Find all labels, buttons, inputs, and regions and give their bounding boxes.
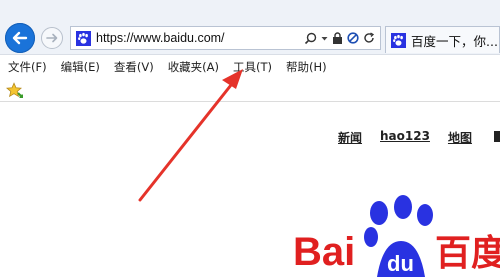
menu-edit[interactable]: 编辑(E): [47, 59, 100, 75]
tab-label: 百度一下，你...: [411, 33, 498, 49]
baidu-logo: Bai du 百度: [293, 193, 500, 277]
search-icon[interactable]: [304, 32, 317, 45]
svg-text:Bai: Bai: [293, 230, 355, 274]
menu-bar: 文件(F) 编辑(E) 查看(V) 收藏夹(A) 工具(T) 帮助(H): [0, 55, 500, 78]
tab-paw-favicon-icon: [390, 32, 406, 48]
refresh-icon[interactable]: [363, 32, 375, 44]
dropdown-icon[interactable]: [321, 35, 328, 42]
browser-toolbar: https://www.baidu.com/ 百度一下，你...: [0, 0, 500, 55]
link-hao123[interactable]: hao123: [380, 129, 430, 146]
tab-baidu[interactable]: 百度一下，你...: [385, 26, 500, 53]
url-text[interactable]: https://www.baidu.com/: [96, 31, 304, 45]
link-news[interactable]: 新闻: [338, 129, 362, 146]
lock-icon[interactable]: [332, 32, 343, 44]
back-button[interactable]: [5, 23, 35, 53]
cut-off-link: [494, 130, 500, 144]
menu-view[interactable]: 查看(V): [100, 59, 154, 75]
menu-favorites[interactable]: 收藏夹(A): [154, 59, 219, 75]
svg-text:du: du: [387, 251, 414, 276]
address-bar[interactable]: https://www.baidu.com/: [70, 26, 381, 50]
link-map[interactable]: 地图: [448, 129, 472, 146]
favorites-bar: [0, 78, 500, 102]
forward-button[interactable]: [41, 27, 63, 49]
menu-file[interactable]: 文件(F): [0, 59, 47, 75]
back-arrow-icon: [12, 31, 28, 45]
menu-tools[interactable]: 工具(T): [219, 59, 272, 75]
forward-arrow-icon: [46, 33, 58, 43]
paw-favicon-icon: [75, 30, 91, 46]
menu-help[interactable]: 帮助(H): [272, 59, 327, 75]
block-icon[interactable]: [347, 32, 359, 44]
top-nav-links: 新闻 hao123 地图: [338, 129, 490, 146]
svg-text:百度: 百度: [435, 233, 500, 274]
favorites-star-icon[interactable]: [5, 82, 23, 99]
